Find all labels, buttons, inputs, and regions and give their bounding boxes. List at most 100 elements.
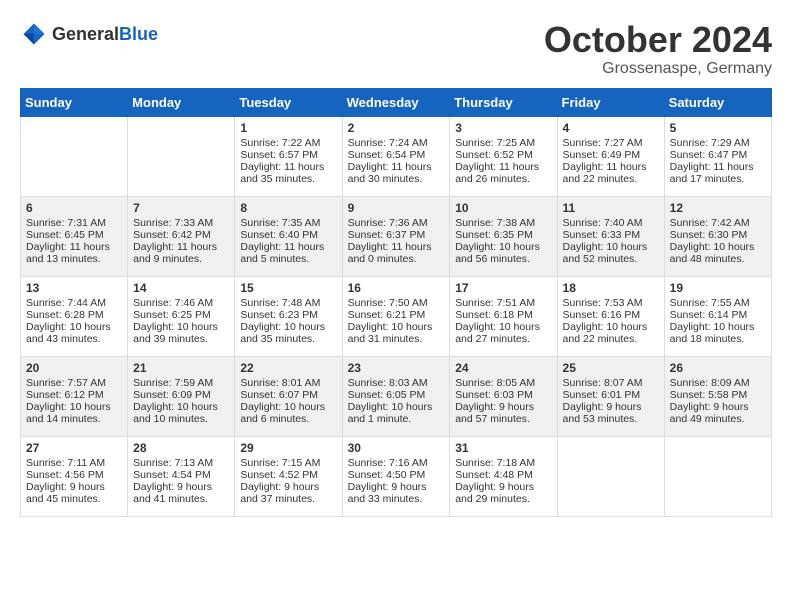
day-number: 28 xyxy=(133,441,229,455)
logo-icon xyxy=(20,20,48,48)
day-info: Sunrise: 7:48 AM xyxy=(240,297,336,309)
calendar-day-cell: 19Sunrise: 7:55 AMSunset: 6:14 PMDayligh… xyxy=(664,276,771,356)
day-number: 29 xyxy=(240,441,336,455)
day-info: Sunrise: 8:03 AM xyxy=(348,377,445,389)
day-info: Sunset: 6:14 PM xyxy=(670,309,766,321)
day-info: Sunrise: 7:55 AM xyxy=(670,297,766,309)
day-info: Sunset: 6:25 PM xyxy=(133,309,229,321)
day-info: Daylight: 9 hours and 45 minutes. xyxy=(26,481,122,505)
day-info: Sunset: 6:21 PM xyxy=(348,309,445,321)
day-info: Sunrise: 7:59 AM xyxy=(133,377,229,389)
calendar-day-cell: 9Sunrise: 7:36 AMSunset: 6:37 PMDaylight… xyxy=(342,196,450,276)
calendar-day-cell xyxy=(557,436,664,516)
day-info: Sunrise: 7:18 AM xyxy=(455,457,551,469)
day-info: Sunrise: 7:29 AM xyxy=(670,137,766,149)
day-info: Sunset: 4:50 PM xyxy=(348,469,445,481)
day-info: Sunrise: 7:57 AM xyxy=(26,377,122,389)
day-info: Sunset: 6:23 PM xyxy=(240,309,336,321)
day-number: 10 xyxy=(455,201,551,215)
day-info: Sunrise: 7:35 AM xyxy=(240,217,336,229)
day-info: Sunset: 6:42 PM xyxy=(133,229,229,241)
day-info: Sunrise: 8:05 AM xyxy=(455,377,551,389)
logo: GeneralBlue xyxy=(20,20,158,48)
day-info: Sunset: 6:18 PM xyxy=(455,309,551,321)
calendar-day-cell: 5Sunrise: 7:29 AMSunset: 6:47 PMDaylight… xyxy=(664,116,771,196)
day-info: Sunset: 4:54 PM xyxy=(133,469,229,481)
day-info: Daylight: 9 hours and 49 minutes. xyxy=(670,401,766,425)
day-info: Daylight: 10 hours and 39 minutes. xyxy=(133,321,229,345)
day-number: 19 xyxy=(670,281,766,295)
day-info: Daylight: 11 hours and 0 minutes. xyxy=(348,241,445,265)
calendar-day-cell: 4Sunrise: 7:27 AMSunset: 6:49 PMDaylight… xyxy=(557,116,664,196)
day-info: Daylight: 10 hours and 6 minutes. xyxy=(240,401,336,425)
day-info: Sunrise: 7:44 AM xyxy=(26,297,122,309)
day-number: 20 xyxy=(26,361,122,375)
calendar-day-cell: 13Sunrise: 7:44 AMSunset: 6:28 PMDayligh… xyxy=(21,276,128,356)
day-info: Sunrise: 7:50 AM xyxy=(348,297,445,309)
calendar-day-cell: 15 Sunrise: 7:48 AMSunset: 6:23 PMDayligh… xyxy=(235,276,342,356)
day-info: Sunset: 6:49 PM xyxy=(563,149,659,161)
day-info: Sunset: 6:03 PM xyxy=(455,389,551,401)
day-info: Daylight: 10 hours and 35 minutes. xyxy=(240,321,336,345)
calendar-week-row: 27Sunrise: 7:11 AMSunset: 4:56 PMDayligh… xyxy=(21,436,772,516)
day-info: Sunrise: 7:40 AM xyxy=(563,217,659,229)
calendar-day-cell: 8Sunrise: 7:35 AMSunset: 6:40 PMDaylight… xyxy=(235,196,342,276)
day-info: Sunset: 4:48 PM xyxy=(455,469,551,481)
calendar-day-header: Monday xyxy=(128,88,235,116)
day-info: Daylight: 11 hours and 26 minutes. xyxy=(455,161,551,185)
calendar-day-cell: 11Sunrise: 7:40 AMSunset: 6:33 PMDayligh… xyxy=(557,196,664,276)
calendar-day-cell xyxy=(664,436,771,516)
day-info: Sunrise: 7:53 AM xyxy=(563,297,659,309)
day-info: Daylight: 10 hours and 31 minutes. xyxy=(348,321,445,345)
month-title: October 2024 xyxy=(544,20,772,60)
day-info: Sunset: 6:05 PM xyxy=(348,389,445,401)
day-info: Daylight: 9 hours and 37 minutes. xyxy=(240,481,336,505)
calendar-day-cell: 27Sunrise: 7:11 AMSunset: 4:56 PMDayligh… xyxy=(21,436,128,516)
day-info: Sunset: 6:35 PM xyxy=(455,229,551,241)
calendar-day-cell: 25Sunrise: 8:07 AMSunset: 6:01 PMDayligh… xyxy=(557,356,664,436)
day-number: 26 xyxy=(670,361,766,375)
logo-blue: Blue xyxy=(119,24,158,44)
day-number: 30 xyxy=(348,441,445,455)
day-info: Sunrise: 7:38 AM xyxy=(455,217,551,229)
calendar-week-row: 6Sunrise: 7:31 AMSunset: 6:45 PMDaylight… xyxy=(21,196,772,276)
calendar-day-cell: 26Sunrise: 8:09 AMSunset: 5:58 PMDayligh… xyxy=(664,356,771,436)
day-number: 2 xyxy=(348,121,445,135)
day-number: 5 xyxy=(670,121,766,135)
calendar-day-cell: 6Sunrise: 7:31 AMSunset: 6:45 PMDaylight… xyxy=(21,196,128,276)
day-info: Sunset: 6:01 PM xyxy=(563,389,659,401)
calendar-day-cell: 12Sunrise: 7:42 AMSunset: 6:30 PMDayligh… xyxy=(664,196,771,276)
calendar-day-cell: 3Sunrise: 7:25 AMSunset: 6:52 PMDaylight… xyxy=(450,116,557,196)
calendar-day-cell: 23Sunrise: 8:03 AMSunset: 6:05 PMDayligh… xyxy=(342,356,450,436)
day-number: 27 xyxy=(26,441,122,455)
calendar-day-cell xyxy=(128,116,235,196)
day-number: 23 xyxy=(348,361,445,375)
day-info: Sunset: 6:12 PM xyxy=(26,389,122,401)
calendar-day-cell: 14Sunrise: 7:46 AMSunset: 6:25 PMDayligh… xyxy=(128,276,235,356)
day-number: 7 xyxy=(133,201,229,215)
day-info: Sunset: 6:07 PM xyxy=(240,389,336,401)
day-number: 15 xyxy=(240,281,336,295)
day-info: Daylight: 10 hours and 56 minutes. xyxy=(455,241,551,265)
day-info: Daylight: 9 hours and 33 minutes. xyxy=(348,481,445,505)
day-info: Sunrise: 7:22 AM xyxy=(240,137,336,149)
day-info: Sunrise: 7:16 AM xyxy=(348,457,445,469)
day-info: Sunset: 6:16 PM xyxy=(563,309,659,321)
day-info: Daylight: 10 hours and 43 minutes. xyxy=(26,321,122,345)
day-info: Sunrise: 7:46 AM xyxy=(133,297,229,309)
calendar-day-cell: 17Sunrise: 7:51 AMSunset: 6:18 PMDayligh… xyxy=(450,276,557,356)
day-info: Sunrise: 7:24 AM xyxy=(348,137,445,149)
day-info: Sunset: 6:47 PM xyxy=(670,149,766,161)
day-number: 16 xyxy=(348,281,445,295)
day-info: Sunset: 6:30 PM xyxy=(670,229,766,241)
logo-text: GeneralBlue xyxy=(52,24,158,45)
day-number: 17 xyxy=(455,281,551,295)
day-number: 1 xyxy=(240,121,336,135)
day-info: Sunrise: 7:51 AM xyxy=(455,297,551,309)
day-info: Daylight: 11 hours and 5 minutes. xyxy=(240,241,336,265)
calendar-day-header: Friday xyxy=(557,88,664,116)
calendar-day-header: Thursday xyxy=(450,88,557,116)
day-number: 11 xyxy=(563,201,659,215)
day-info: Daylight: 10 hours and 14 minutes. xyxy=(26,401,122,425)
calendar-day-cell: 18Sunrise: 7:53 AMSunset: 6:16 PMDayligh… xyxy=(557,276,664,356)
